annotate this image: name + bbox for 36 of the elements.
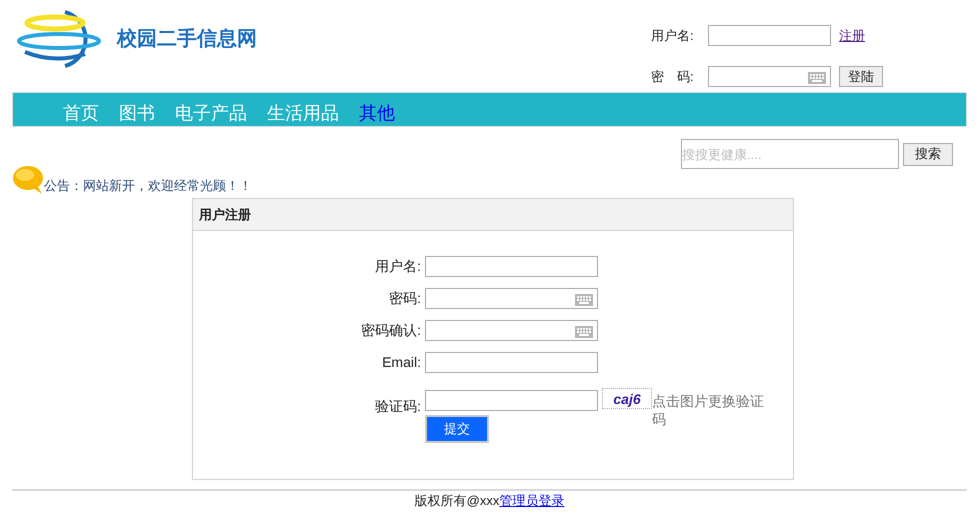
captcha-image[interactable]: caj6: [602, 388, 652, 409]
search-field[interactable]: 搜搜更健康....: [681, 139, 899, 169]
copyright-text: 版权所有@xxx: [414, 493, 500, 508]
password-field[interactable]: [425, 320, 598, 341]
keyboard-icon: [575, 294, 593, 306]
field-label: 密码确认:: [360, 321, 422, 340]
login-button[interactable]: 登陆: [839, 66, 883, 87]
username-label: 用户名:: [651, 26, 695, 45]
field-label: 验证码:: [374, 397, 422, 416]
globe-logo-icon: [15, 8, 103, 70]
password-field[interactable]: [708, 66, 831, 87]
nav-link[interactable]: 首页: [63, 101, 99, 125]
password-field[interactable]: [425, 288, 598, 309]
keyboard-icon: [575, 326, 593, 338]
admin-login-link[interactable]: 管理员登录: [499, 493, 564, 508]
nav-link[interactable]: 电子产品: [175, 101, 247, 125]
notice-text: 公告：网站新开，欢迎经常光顾！！: [44, 177, 252, 195]
input-field[interactable]: [708, 25, 831, 46]
password-label: 密 码:: [651, 68, 695, 86]
search-button[interactable]: 搜索: [903, 142, 953, 166]
panel-title: 用户注册: [199, 206, 251, 224]
submit-button[interactable]: 提交: [425, 415, 489, 443]
register-link[interactable]: 注册: [839, 26, 865, 46]
keyboard-icon: [808, 72, 826, 84]
input-field[interactable]: [425, 256, 598, 277]
nav-link[interactable]: 图书: [119, 101, 155, 125]
nav-link[interactable]: 生活用品: [267, 101, 339, 125]
input-field[interactable]: [425, 390, 598, 411]
speech-bubble-icon: [12, 165, 44, 195]
site-title: 校园二手信息网: [117, 27, 257, 52]
input-field[interactable]: [425, 352, 598, 373]
nav-link[interactable]: 其他: [359, 101, 395, 125]
captcha-hint: 点击图片更换验证码: [652, 392, 765, 428]
field-label: 用户名:: [374, 257, 422, 276]
field-label: Email:: [381, 353, 422, 372]
field-label: 密码:: [388, 289, 422, 308]
